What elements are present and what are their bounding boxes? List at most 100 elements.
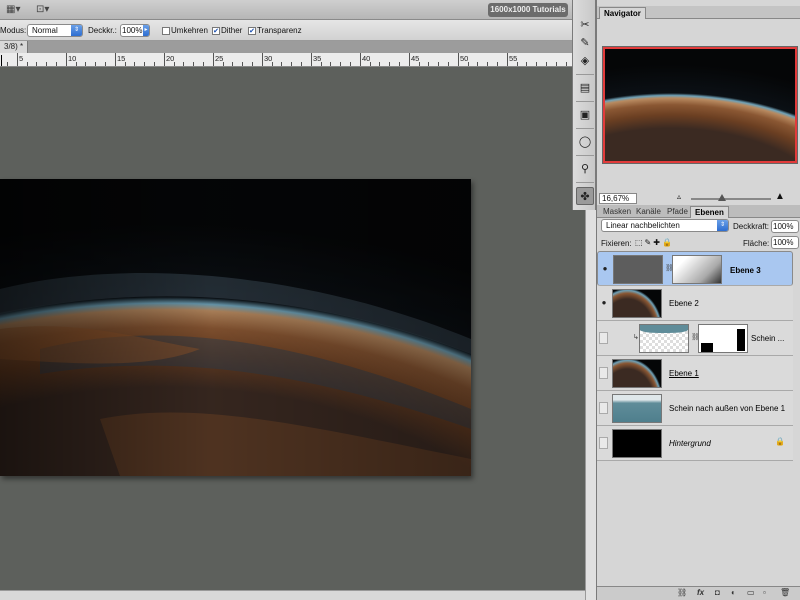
rotate-icon[interactable]: ◯ <box>576 133 594 151</box>
ruler-minor-tick <box>125 62 126 66</box>
zoom-slider-track[interactable] <box>691 198 771 200</box>
ruler-minor-tick <box>301 62 302 66</box>
screen-mode-icon[interactable]: ⊡▾ <box>36 4 49 16</box>
layer-row-ebene-3[interactable]: ● ⛓ Ebene 3 <box>597 251 793 286</box>
thumbnail-glow <box>640 325 688 333</box>
ruler-minor-tick <box>340 62 341 66</box>
histogram-icon[interactable]: ▤ <box>576 79 594 97</box>
eye-icon[interactable]: ● <box>600 262 610 276</box>
fill-label: Fläche: <box>743 239 770 248</box>
info-icon[interactable]: ▣ <box>576 106 594 124</box>
deckkr-field[interactable]: 100% ▸ <box>120 24 150 37</box>
add-mask-icon[interactable]: ◘ <box>715 588 720 597</box>
scissors-icon[interactable]: ✂ <box>576 16 594 34</box>
ruler-minor-tick <box>193 62 194 66</box>
visibility-toggle[interactable] <box>599 332 608 344</box>
arrange-icon[interactable]: ▦▾ <box>6 4 20 16</box>
visibility-toggle[interactable] <box>599 367 608 379</box>
photoshop-window: ▦▾ ⊡▾ 1600x1000 Tutorials Modus: Normal … <box>0 0 800 600</box>
ruler-minor-tick <box>556 62 557 66</box>
eyedropper-icon[interactable]: ✎ <box>576 34 594 52</box>
ruler-minor-tick <box>272 62 273 66</box>
chain-icon[interactable]: ⛓ <box>665 264 674 274</box>
zoom-in-icon[interactable]: ▲ <box>775 191 785 202</box>
document-image[interactable] <box>0 179 471 476</box>
dither-checkbox[interactable]: ✔ <box>212 27 220 35</box>
ruler-minor-tick <box>468 62 469 66</box>
eye-icon[interactable]: ● <box>599 296 609 310</box>
clone-source-icon[interactable]: ⚲ <box>576 160 594 178</box>
layer-row-ebene-1[interactable]: Ebene 1 <box>597 356 793 391</box>
ruler-minor-tick <box>7 62 8 66</box>
layer-row-schein-nach-aussen[interactable]: Schein nach außen von Ebene 1 <box>597 391 793 426</box>
layer-row-hintergrund[interactable]: Hintergrund 🔒 <box>597 426 793 461</box>
new-group-icon[interactable]: ▭ <box>747 588 755 597</box>
navigator-zoom-row: 16,67% ▵ ▲ <box>597 191 800 204</box>
zoom-out-icon[interactable]: ▵ <box>677 192 681 201</box>
tab-ebenen[interactable]: Ebenen <box>690 206 729 218</box>
layer-mask-thumbnail[interactable] <box>698 324 748 353</box>
workspace-switcher[interactable]: 1600x1000 Tutorials <box>488 3 568 17</box>
delete-layer-icon[interactable]: 🗑 <box>780 588 790 597</box>
mask-shape <box>701 343 713 352</box>
zoom-field[interactable]: 16,67% <box>599 193 637 204</box>
ruler-minor-tick <box>379 62 380 66</box>
layers-tab-row: Masken Kanäle Pfade Ebenen <box>597 205 800 218</box>
document-tab[interactable]: 3/8) * <box>0 41 29 53</box>
horizontal-ruler[interactable]: 5 10 15 20 25 30 35 40 45 50 55 <box>0 53 585 67</box>
tab-masken[interactable]: Masken <box>599 206 635 218</box>
chevron-right-icon[interactable]: ▸ <box>143 25 149 36</box>
visibility-toggle[interactable] <box>599 402 608 414</box>
opacity-field[interactable]: 100% <box>771 220 799 233</box>
ruler-minor-tick <box>183 62 184 66</box>
blend-mode-select[interactable]: Linear nachbelichten ⇕ <box>601 219 729 232</box>
mask-shape <box>737 329 745 351</box>
lock-icon: 🔒 <box>775 437 785 446</box>
ruler-minor-tick <box>566 62 567 66</box>
ruler-minor-tick <box>487 62 488 66</box>
layer-style-icon[interactable]: fx <box>697 588 704 597</box>
tab-navigator[interactable]: Navigator <box>599 7 646 19</box>
horizontal-scrollbar[interactable] <box>0 590 585 600</box>
layer-row-ebene-2[interactable]: ● Ebene 2 <box>597 286 793 321</box>
tab-pfade[interactable]: Pfade <box>663 206 692 218</box>
layer-row-schein[interactable]: ↳ ⛓ Schein ... <box>597 321 793 356</box>
transparenz-checkbox[interactable]: ✔ <box>248 27 256 35</box>
ruler-minor-tick <box>154 62 155 66</box>
zoom-slider-handle[interactable] <box>718 194 726 201</box>
brush-presets-icon[interactable]: ✤ <box>576 187 594 205</box>
ruler-minor-tick <box>448 62 449 66</box>
visibility-toggle[interactable] <box>599 437 608 449</box>
ruler-minor-tick <box>232 62 233 66</box>
dither-label: Dither <box>221 26 243 35</box>
lock-icons[interactable]: ⬚✎✚🔒 <box>635 238 674 247</box>
ruler-minor-tick <box>36 62 37 66</box>
adjustment-layer-icon[interactable]: ◐ <box>731 588 736 597</box>
fill-field[interactable]: 100% <box>771 236 799 249</box>
layers-bottom-bar: ⛓ fx ◘ ◐ ▭ ▫ 🗑 <box>597 586 800 600</box>
cube-icon[interactable]: ◈ <box>576 52 594 70</box>
layer-name: Hintergrund <box>669 439 711 448</box>
ruler-minor-tick <box>174 62 175 66</box>
layer-name: Ebene 2 <box>669 299 699 308</box>
opacity-label: Deckkraft: <box>733 222 770 231</box>
canvas-area[interactable] <box>0 67 585 590</box>
tab-kanaele[interactable]: Kanäle <box>632 206 665 218</box>
link-layers-icon[interactable]: ⛓ <box>677 588 687 597</box>
modus-select[interactable]: Normal ⇕ <box>27 24 83 37</box>
layer-thumbnail <box>612 394 662 423</box>
chain-icon[interactable]: ⛓ <box>691 333 700 343</box>
layer-thumbnail <box>612 289 662 318</box>
navigator-view-frame[interactable] <box>603 47 797 163</box>
ruler-minor-tick <box>517 62 518 66</box>
transparenz-label: Transparenz <box>257 26 302 35</box>
ruler-minor-tick <box>428 62 429 66</box>
umkehren-checkbox[interactable] <box>162 27 170 35</box>
layer-mask-thumbnail[interactable] <box>672 255 722 284</box>
ruler-minor-tick <box>115 62 116 66</box>
panel-icon-strip: ✂ ✎ ◈ ▤ ▣ ◯ ⚲ ✤ <box>572 0 596 210</box>
application-bar: ▦▾ ⊡▾ 1600x1000 Tutorials <box>0 0 572 20</box>
navigator-thumbnail[interactable] <box>602 46 798 164</box>
deckkr-value: 100% <box>122 26 143 35</box>
new-layer-icon[interactable]: ▫ <box>763 588 766 597</box>
